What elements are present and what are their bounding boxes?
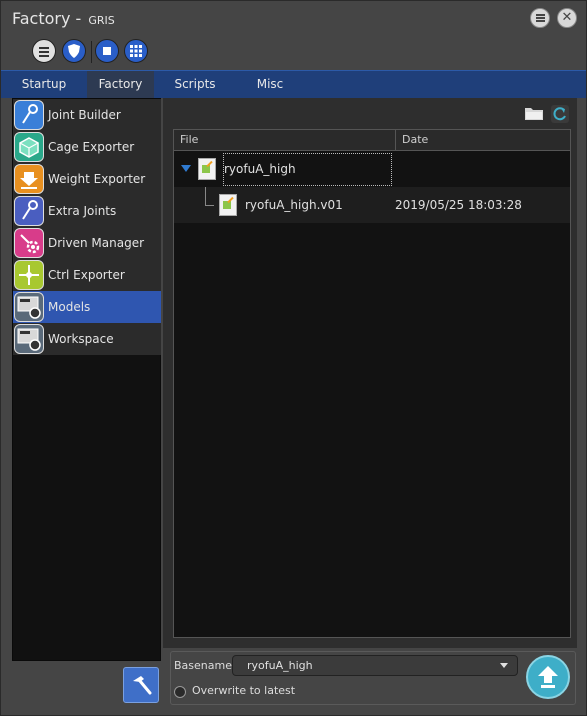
grid-icon[interactable] [124,39,148,63]
column-date[interactable]: Date [396,130,570,150]
window-title: Factory - GRIS [12,9,115,28]
main-panel: File Date ryofuA_high ryofuA_high.v01 20… [163,98,577,648]
sidebar-item-joint-builder[interactable]: Joint Builder [13,99,161,131]
ctrl-exporter-icon [14,260,44,290]
sidebar-item-label: Models [48,300,91,314]
file-name: ryofuA_high [224,162,296,176]
export-panel: Basename ryofuA_high Overwrite to latest [170,651,576,705]
tree-connector [205,187,214,206]
tab-factory[interactable]: Factory [87,71,154,98]
menu-icon[interactable] [32,39,56,63]
hammer-icon [133,676,152,695]
sidebar-item-label: Weight Exporter [48,172,146,186]
title-bar: Factory - GRIS ✕ [1,1,586,35]
upload-icon [538,666,558,688]
driven-manager-icon [14,228,44,258]
sidebar-item-weight-exporter[interactable]: Weight Exporter [13,163,161,195]
sidebar-item-driven-manager[interactable]: Driven Manager [13,227,161,259]
file-name: ryofuA_high.v01 [245,198,343,212]
file-icon [219,194,237,216]
basename-combo[interactable]: ryofuA_high [232,655,518,676]
tool-sidebar: Joint Builder Cage Exporter Weight Expor… [12,98,161,661]
file-date: 2019/05/25 18:03:28 [395,198,522,212]
sidebar-item-label: Driven Manager [48,236,145,250]
sidebar-item-extra-joints[interactable]: Extra Joints [13,195,161,227]
overwrite-label: Overwrite to latest [192,684,296,697]
models-icon [14,292,44,322]
square-icon[interactable] [95,39,119,63]
hammer-button[interactable] [123,667,159,703]
sidebar-item-label: Ctrl Exporter [48,268,125,282]
tab-scripts[interactable]: Scripts [154,71,236,98]
shield-icon[interactable] [62,39,86,63]
toolbar-separator [91,41,92,63]
file-icon [198,158,216,180]
sidebar-item-models[interactable]: Models [13,291,161,323]
cage-exporter-icon [14,132,44,162]
overwrite-checkbox[interactable] [174,686,186,698]
tree-row[interactable]: ryofuA_high [174,151,570,187]
weight-exporter-icon [14,164,44,194]
column-file[interactable]: File [174,130,396,150]
upload-button[interactable] [526,655,570,699]
basename-value: ryofuA_high [247,659,313,672]
sidebar-item-cage-exporter[interactable]: Cage Exporter [13,131,161,163]
extra-joints-icon [14,196,44,226]
tab-misc[interactable]: Misc [236,71,304,98]
joint-builder-icon [14,100,44,130]
workspace-icon [14,324,44,354]
basename-label: Basename [174,659,232,672]
file-list: File Date ryofuA_high ryofuA_high.v01 20… [173,129,571,638]
refresh-icon[interactable] [551,105,569,123]
sidebar-item-label: Joint Builder [48,108,121,122]
sidebar-item-label: Extra Joints [48,204,117,218]
chevron-down-icon [500,663,508,668]
factory-window: Factory - GRIS ✕ Startup Factory Scripts… [0,0,587,716]
tab-bar: Startup Factory Scripts Misc [1,70,586,98]
folder-icon[interactable] [525,106,543,120]
window-menu-icon[interactable] [530,8,550,28]
tree-row[interactable]: ryofuA_high.v01 2019/05/25 18:03:28 [174,187,570,223]
sidebar-item-label: Cage Exporter [48,140,135,154]
file-list-header: File Date [174,130,570,151]
sidebar-item-workspace[interactable]: Workspace [13,323,161,355]
sidebar-item-label: Workspace [48,332,114,346]
close-button[interactable]: ✕ [557,8,577,28]
tab-startup[interactable]: Startup [1,71,87,98]
sidebar-item-ctrl-exporter[interactable]: Ctrl Exporter [13,259,161,291]
expand-arrow-icon[interactable] [181,165,191,172]
